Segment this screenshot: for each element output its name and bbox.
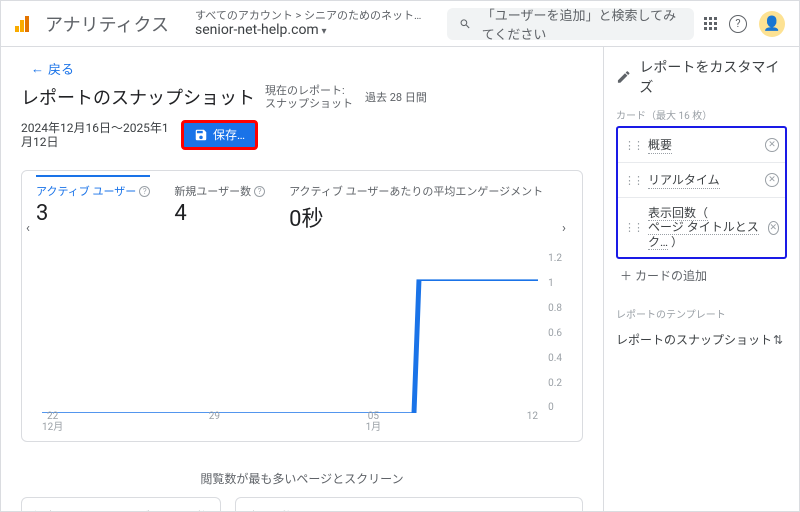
apps-icon[interactable] (704, 17, 717, 30)
info-icon[interactable]: ? (254, 186, 265, 197)
section-title: 閲覧数が最も多いページとスクリーン (21, 470, 583, 487)
brand-name: アナリティクス (45, 11, 169, 37)
realtime-card: 過去 30 分のアクティブ ユーザー数 0 (21, 497, 221, 511)
metric-new-users[interactable]: 新規ユーザー数 ? 4 (174, 183, 265, 226)
metric-label: アクティブ ユーザーあたりの平均エンゲージメント (289, 183, 543, 199)
save-button[interactable]: 保存… (181, 120, 258, 150)
chart-svg (42, 253, 538, 413)
help-icon[interactable]: ? (729, 15, 747, 33)
search-icon (459, 16, 471, 32)
chevron-down-icon: ▾ (321, 26, 326, 37)
edit-icon (616, 69, 631, 85)
panel-title: レポートをカスタマイズ (616, 57, 787, 97)
cards-list: ⋮⋮ 概要 ✕ ⋮⋮ リアルタイム ✕ ⋮⋮ 表示回数（ ページ タイトルとスク… (616, 126, 787, 259)
customize-panel: レポートをカスタマイズ カード（最大 16 枚） ⋮⋮ 概要 ✕ ⋮⋮ リアルタ… (603, 47, 799, 511)
x-axis-labels: 2212月 29 051月 12 (42, 411, 538, 433)
views-card: 表示回数（ページ タイトルとスクリーン クラス） ページ タイトルとスクリー… … (235, 497, 583, 511)
y-axis-labels: 1.210.80.60.40.20 (548, 253, 562, 413)
template-row[interactable]: レポートのスナップショット ⇅ (616, 325, 787, 354)
drag-handle-icon[interactable]: ⋮⋮ (624, 221, 642, 234)
metric-value: 4 (174, 201, 265, 226)
swap-icon[interactable]: ⇅ (773, 333, 787, 347)
card-title: 表示回数（ページ タイトルとスクリーン クラス） (248, 508, 570, 511)
card-item-label: 概要 (648, 136, 672, 154)
remove-icon[interactable]: ✕ (768, 221, 779, 235)
card-item-label: リアルタイム (648, 171, 720, 189)
card-item-realtime[interactable]: ⋮⋮ リアルタイム ✕ (618, 163, 785, 198)
account-picker[interactable]: すべてのアカウント > シニアのためのネット… senior-net-help.… (195, 9, 421, 39)
card-item-overview[interactable]: ⋮⋮ 概要 ✕ (618, 128, 785, 163)
add-card-button[interactable]: ＋ カードの追加 (616, 259, 787, 292)
line-chart: 1.210.80.60.40.20 2212月 29 051月 12 (42, 253, 562, 433)
chevron-left-icon[interactable]: ‹ (26, 221, 42, 237)
save-icon (194, 128, 208, 142)
current-report-label: 現在のレポート: スナップショット (265, 84, 355, 110)
template-name: レポートのスナップショット (616, 331, 772, 348)
search-placeholder: 「ユーザーを追加」と検索してみてください (482, 5, 682, 43)
save-label: 保存… (213, 129, 245, 142)
account-domain: senior-net-help.com (195, 22, 319, 38)
back-label: 戻る (48, 59, 74, 78)
template-section-label: レポートのテンプレート (616, 306, 787, 321)
back-link[interactable]: ← 戻る (21, 55, 583, 84)
card-item-views[interactable]: ⋮⋮ 表示回数（ ページ タイトルとスク… ） ✕ (618, 198, 785, 257)
info-icon[interactable]: ? (139, 186, 150, 197)
search-box[interactable]: 「ユーザーを追加」と検索してみてください (447, 8, 694, 40)
metric-label: 新規ユーザー数 (174, 183, 251, 199)
drag-handle-icon[interactable]: ⋮⋮ (624, 139, 642, 152)
card-item-label: 表示回数（ ページ タイトルとスク… ） (648, 206, 762, 249)
date-range[interactable]: 2024年12月16日～2025年1月12日 (21, 121, 171, 150)
metrics-card: ‹ › アクティブ ユーザー ? 3 新規ユーザー数 ? 4 アクティブ ユーザ… (21, 170, 583, 442)
main-panel: ← 戻る レポートのスナップショット 現在のレポート: スナップショット 過去 … (1, 47, 603, 511)
drag-handle-icon[interactable]: ⋮⋮ (624, 174, 642, 187)
metric-value: 3 (36, 201, 150, 226)
cards-hint: カード（最大 16 枚） (616, 107, 787, 122)
remove-icon[interactable]: ✕ (765, 138, 779, 152)
metric-label: アクティブ ユーザー (36, 183, 136, 199)
metric-avg-engagement[interactable]: アクティブ ユーザーあたりの平均エンゲージメント 0秒 (289, 183, 543, 233)
account-path: すべてのアカウント > シニアのためのネット… (195, 9, 421, 22)
period-label: 過去 28 日間 (365, 89, 427, 105)
metric-value: 0秒 (289, 201, 543, 233)
remove-icon[interactable]: ✕ (765, 173, 779, 187)
report-title: レポートのスナップショット (21, 84, 255, 110)
metric-active-users[interactable]: アクティブ ユーザー ? 3 (36, 183, 150, 226)
ga-logo[interactable] (15, 16, 29, 32)
avatar[interactable]: 👤 (759, 11, 785, 37)
topbar: アナリティクス すべてのアカウント > シニアのためのネット… senior-n… (1, 1, 799, 47)
card-label: 過去 30 分のアクティブ ユーザー数 (34, 508, 208, 511)
chevron-right-icon[interactable]: › (562, 221, 578, 237)
